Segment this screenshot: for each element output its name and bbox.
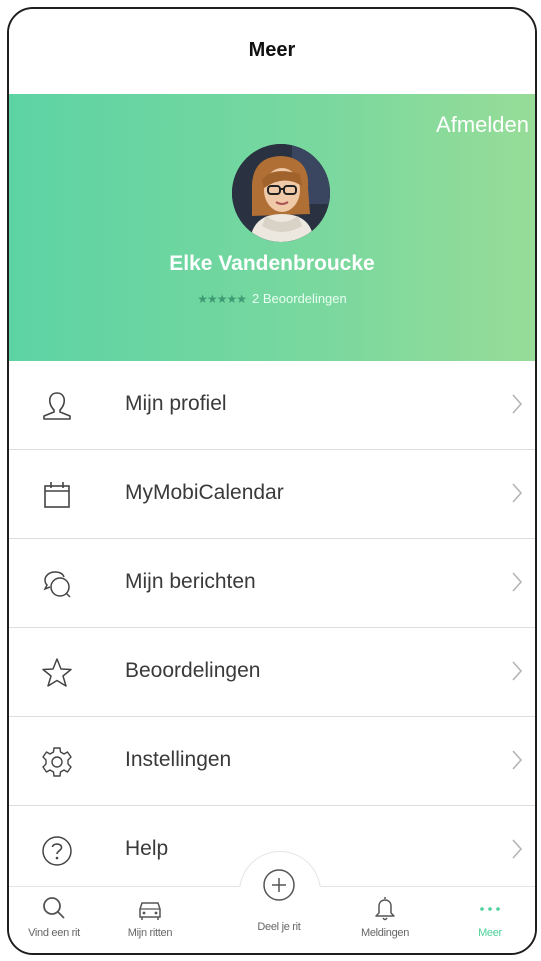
- tab-label: Meldingen: [360, 927, 410, 939]
- avatar[interactable]: [232, 144, 330, 242]
- tab-bar: Vind een rit Mijn ritten Deel je rit Mel…: [9, 851, 535, 953]
- menu-item-label: Mijn berichten: [125, 570, 256, 593]
- chevron-right-icon: [512, 572, 523, 592]
- top-bar: Meer: [9, 9, 535, 94]
- menu-item-settings[interactable]: Instellingen: [9, 717, 535, 806]
- menu-item-label: Instellingen: [125, 748, 232, 771]
- profile-header: Afmelden Elke Vandenbroucke ★★★★★ 2 Beoor…: [9, 94, 535, 361]
- plus-circle-icon[interactable]: [259, 865, 299, 905]
- car-icon: [139, 902, 161, 920]
- reviews-count: 2 Beoordelingen: [252, 291, 347, 306]
- search-icon: [43, 897, 65, 919]
- chevron-right-icon: [512, 750, 523, 770]
- bell-icon: [375, 897, 395, 921]
- menu-list: Mijn profiel MyMobiCalendar Mijn bericht…: [9, 361, 535, 895]
- help-icon: [42, 836, 72, 866]
- tab-notifications[interactable]: Meldingen: [340, 893, 430, 951]
- calendar-icon: [44, 482, 70, 508]
- menu-item-reviews[interactable]: Beoordelingen: [9, 628, 535, 717]
- rating-stars: ★★★★★: [197, 292, 247, 306]
- menu-item-calendar[interactable]: MyMobiCalendar: [9, 450, 535, 539]
- logout-button[interactable]: Afmelden: [436, 112, 529, 138]
- menu-item-label: Beoordelingen: [125, 659, 261, 682]
- menu-item-label: Mijn profiel: [125, 392, 227, 415]
- chevron-right-icon: [512, 839, 523, 859]
- tab-label: Mijn ritten: [127, 927, 173, 939]
- chat-icon: [43, 571, 71, 598]
- more-dots-icon: [480, 907, 500, 911]
- tab-label: Vind een rit: [28, 927, 80, 939]
- menu-item-messages[interactable]: Mijn berichten: [9, 539, 535, 628]
- profile-name: Elke Vandenbroucke: [169, 252, 375, 275]
- chevron-right-icon: [512, 661, 523, 681]
- menu-item-label: MyMobiCalendar: [125, 481, 284, 504]
- tab-find-ride[interactable]: Vind een rit: [9, 893, 99, 951]
- gear-icon: [42, 747, 72, 777]
- tab-label: Deel je rit: [257, 921, 301, 933]
- star-icon: [42, 658, 72, 687]
- tab-label: Meer: [478, 927, 502, 939]
- user-icon: [43, 392, 71, 420]
- tab-my-rides[interactable]: Mijn ritten: [105, 893, 195, 951]
- phone-frame: Meer Afmelden Elke Vandenbroucke ★★★★★ 2 …: [7, 7, 537, 955]
- menu-item-label: Help: [125, 837, 169, 860]
- page-title: Meer: [248, 39, 296, 61]
- chevron-right-icon: [512, 394, 523, 414]
- rating-summary[interactable]: ★★★★★ 2 Beoordelingen: [9, 291, 535, 306]
- tab-share-ride[interactable]: Deel je rit: [234, 919, 324, 949]
- menu-item-profile[interactable]: Mijn profiel: [9, 361, 535, 450]
- tab-more[interactable]: Meer: [445, 893, 535, 951]
- chevron-right-icon: [512, 483, 523, 503]
